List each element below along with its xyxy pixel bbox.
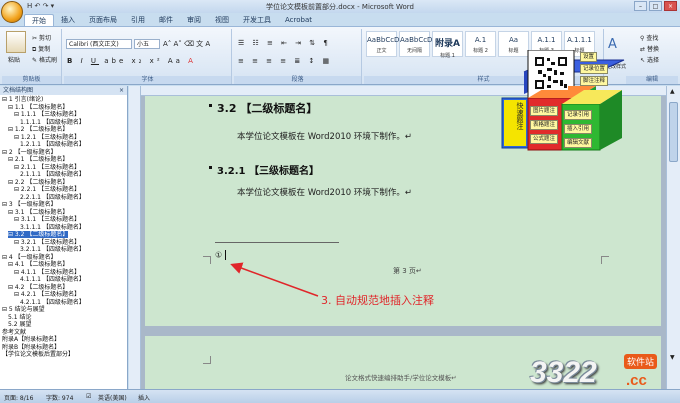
insert-mode[interactable]: 插入 [138,393,150,402]
toolbox-button-6[interactable]: 记录引用 [564,110,593,120]
toolbox-button-5[interactable]: 公式题注 [530,134,559,144]
toolbox-button-2[interactable]: 脚注注释 [580,76,609,86]
vertical-scrollbar[interactable]: ▲ ▼ [666,86,680,389]
toolbox-button-1[interactable]: 记录位置 [580,64,609,74]
watermark-domain: .cc [626,372,647,389]
scroll-up-icon[interactable]: ▲ [670,88,675,95]
spellcheck-icon[interactable]: ☑ [86,393,91,400]
word-count[interactable]: 字数: 974 [46,393,73,402]
annotation-arrow [230,262,319,297]
toolbox-button-0[interactable]: 设置 [580,52,598,62]
page-count[interactable]: 页面: 8/16 [4,393,33,402]
watermark-number: 3322 [530,356,597,389]
scroll-thumb[interactable] [669,102,678,162]
language-status[interactable]: 英语(美国) [98,393,127,402]
watermark-site: 软件站 [624,354,658,369]
quick-annotation-toolbox: 快速题注 设置记录位置脚注注释图片题注表格题注公式题注 记录引用插入引用编辑文献 [500,49,638,152]
toolbox-button-3[interactable]: 图片题注 [530,106,559,116]
site-watermark-logo: 3322 软件站 .cc [530,352,680,402]
toolbox-button-4[interactable]: 表格题注 [530,120,559,130]
toolbox-button-7[interactable]: 插入引用 [564,124,593,134]
qr-code [534,56,568,90]
toolbox-shape [501,49,625,151]
annotation-callout: 3. 自动规范地插入注释 [321,294,434,307]
toolbox-button-8[interactable]: 编辑文献 [564,138,593,148]
quick-caption-label[interactable]: 快速题注 [506,102,524,130]
